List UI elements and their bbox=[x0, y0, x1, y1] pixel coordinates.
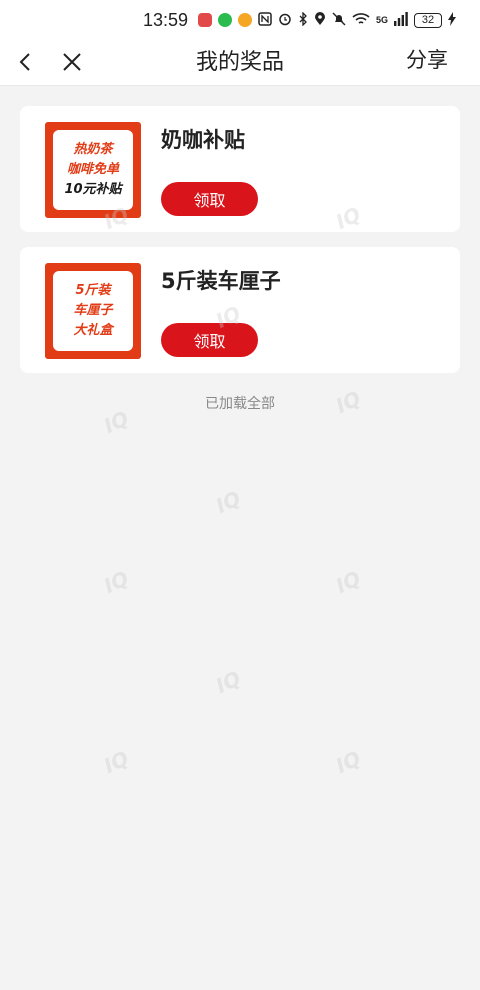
charging-icon bbox=[448, 11, 456, 29]
prize-card: 5斤装 车厘子 大礼盒 5斤装车厘子 领取 bbox=[20, 247, 460, 373]
wifi-icon bbox=[352, 12, 370, 29]
watermark: IQ bbox=[100, 745, 133, 779]
weibo-icon bbox=[237, 13, 252, 27]
thumbnail-text: 咖啡免单 bbox=[66, 162, 119, 177]
watermark: IQ bbox=[212, 665, 245, 699]
app-icon-red bbox=[197, 13, 212, 27]
prize-thumbnail: 热奶茶 咖啡免单 10元补贴 bbox=[45, 122, 141, 218]
watermark: IQ bbox=[100, 565, 133, 599]
thumbnail-text: 热奶茶 bbox=[73, 142, 113, 157]
alarm-icon bbox=[278, 12, 292, 29]
thumbnail-text: 大礼盒 bbox=[73, 323, 113, 338]
battery-level: 32 bbox=[414, 12, 442, 28]
bluetooth-icon bbox=[298, 10, 308, 29]
network-type: 5G bbox=[375, 15, 388, 25]
prize-title: 5斤装车厘子 bbox=[161, 269, 281, 293]
watermark: IQ bbox=[332, 565, 365, 599]
watermark: IQ bbox=[212, 485, 245, 519]
nav-bar: 我的奖品 分享 bbox=[0, 40, 480, 86]
signal-icon bbox=[394, 11, 408, 29]
prize-title: 奶咖补贴 bbox=[161, 128, 245, 152]
wechat-icon bbox=[217, 13, 232, 27]
claim-button[interactable]: 领取 bbox=[161, 323, 258, 357]
thumbnail-text: 车厘子 bbox=[73, 303, 113, 318]
thumbnail-text: 5斤装 bbox=[75, 283, 111, 298]
watermark: IQ bbox=[332, 745, 365, 779]
status-bar: 13:59 5G 32 bbox=[0, 0, 480, 40]
location-icon bbox=[314, 11, 326, 29]
status-time: 13:59 bbox=[142, 9, 188, 30]
mute-icon bbox=[332, 12, 346, 29]
prize-card: 热奶茶 咖啡免单 10元补贴 奶咖补贴 领取 bbox=[20, 106, 460, 232]
loaded-all-text: 已加载全部 bbox=[205, 396, 275, 412]
claim-button[interactable]: 领取 bbox=[161, 182, 258, 216]
nfc-icon bbox=[258, 11, 272, 29]
thumbnail-text: 10元补贴 bbox=[64, 182, 122, 197]
share-button[interactable]: 分享 bbox=[406, 44, 448, 74]
prize-thumbnail: 5斤装 车厘子 大礼盒 bbox=[45, 263, 141, 359]
